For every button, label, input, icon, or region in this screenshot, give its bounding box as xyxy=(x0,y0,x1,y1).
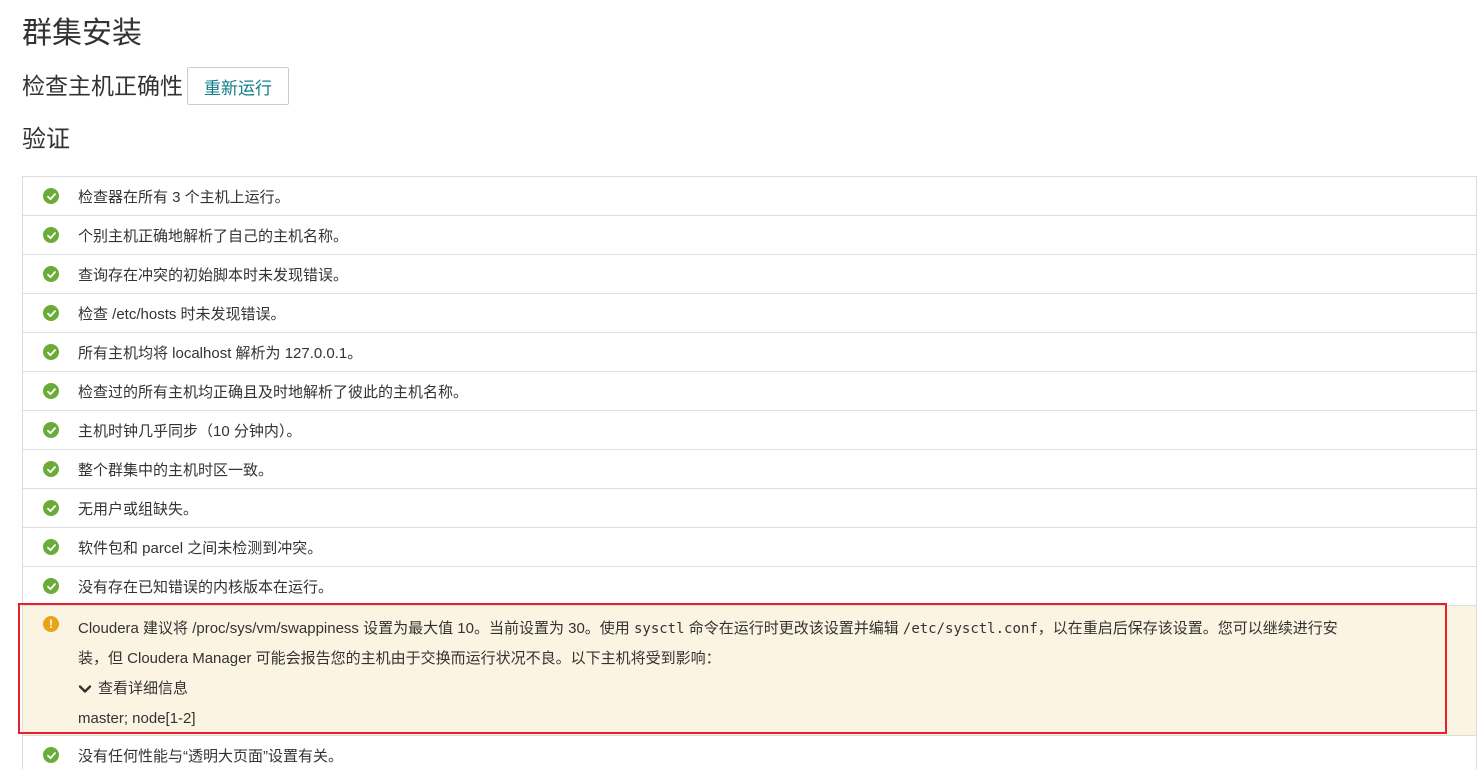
swappiness-warning: ! Cloudera 建议将 /proc/sys/vm/swappiness 设… xyxy=(23,606,1476,736)
validation-row-text: 没有存在已知错误的内核版本在运行。 xyxy=(78,578,334,596)
warning-text-line-1: Cloudera 建议将 /proc/sys/vm/swappiness 设置为… xyxy=(78,620,1338,637)
view-details-label: 查看详细信息 xyxy=(98,680,189,697)
check-circle-icon xyxy=(43,188,59,204)
validation-row-text: 无用户或组缺失。 xyxy=(78,500,199,518)
page-title: 群集安装 xyxy=(22,17,142,50)
validation-list: 检查器在所有 3 个主机上运行。个别主机正确地解析了自己的主机名称。 查询存在冲突… xyxy=(22,176,1477,769)
view-details-toggle[interactable]: 查看详细信息 xyxy=(78,674,1456,704)
host-inspection-title: 检查主机正确性 xyxy=(22,73,183,99)
validation-row: 检查器在所有 3 个主机上运行。 xyxy=(23,177,1476,216)
check-circle-icon xyxy=(43,461,59,477)
chevron-down-icon xyxy=(78,685,92,693)
validation-row-text: 整个群集中的主机时区一致。 xyxy=(78,461,274,479)
check-circle-icon xyxy=(43,266,59,282)
validation-row: 所有主机均将 localhost 解析为 127.0.0.1。 xyxy=(23,333,1476,372)
rerun-button[interactable]: 重新运行 xyxy=(187,67,289,105)
check-circle-icon xyxy=(43,539,59,555)
validation-row: 没有任何性能与“透明大页面”设置有关。 xyxy=(23,736,1476,769)
validation-row: 个别主机正确地解析了自己的主机名称。 xyxy=(23,216,1476,255)
validation-row-text: 主机时钟几乎同步（10 分钟内）。 xyxy=(78,422,302,440)
check-circle-icon xyxy=(43,305,59,321)
validation-row-text: 没有任何性能与“透明大页面”设置有关。 xyxy=(78,747,343,765)
validation-row-text: 检查 /etc/hosts 时未发现错误。 xyxy=(78,305,286,323)
check-circle-icon xyxy=(43,422,59,438)
validation-section-title: 验证 xyxy=(22,126,70,153)
validation-row: 检查过的所有主机均正确且及时地解析了彼此的主机名称。 xyxy=(23,372,1476,411)
validation-row: 检查 /etc/hosts 时未发现错误。 xyxy=(23,294,1476,333)
validation-row: 主机时钟几乎同步（10 分钟内）。 xyxy=(23,411,1476,450)
host-inspection-header: 检查主机正确性 重新运行 xyxy=(22,66,289,106)
validation-row-text: 软件包和 parcel 之间未检测到冲突。 xyxy=(78,539,323,557)
affected-hosts: master; node[1-2] xyxy=(78,710,196,727)
check-circle-icon xyxy=(43,227,59,243)
validation-row: 查询存在冲突的初始脚本时未发现错误。 xyxy=(23,255,1476,294)
validation-row-text: 个别主机正确地解析了自己的主机名称。 xyxy=(78,227,349,245)
check-circle-icon xyxy=(43,344,59,360)
warning-text-line-2: 装，但 Cloudera Manager 可能会报告您的主机由于交换而运行状况不… xyxy=(78,650,721,667)
check-circle-icon xyxy=(43,383,59,399)
check-circle-icon xyxy=(43,578,59,594)
check-circle-icon xyxy=(43,500,59,516)
validation-row: 没有存在已知错误的内核版本在运行。 xyxy=(23,567,1476,606)
exclamation-circle-icon: ! xyxy=(43,616,59,632)
validation-row-text: 检查过的所有主机均正确且及时地解析了彼此的主机名称。 xyxy=(78,383,469,401)
validation-row-text: 查询存在冲突的初始脚本时未发现错误。 xyxy=(78,266,349,284)
check-circle-icon xyxy=(43,747,59,763)
validation-row: 无用户或组缺失。 xyxy=(23,489,1476,528)
validation-row-text: 检查器在所有 3 个主机上运行。 xyxy=(78,188,290,206)
validation-row: 整个群集中的主机时区一致。 xyxy=(23,450,1476,489)
validation-row-text: 所有主机均将 localhost 解析为 127.0.0.1。 xyxy=(78,344,363,362)
validation-row: 软件包和 parcel 之间未检测到冲突。 xyxy=(23,528,1476,567)
